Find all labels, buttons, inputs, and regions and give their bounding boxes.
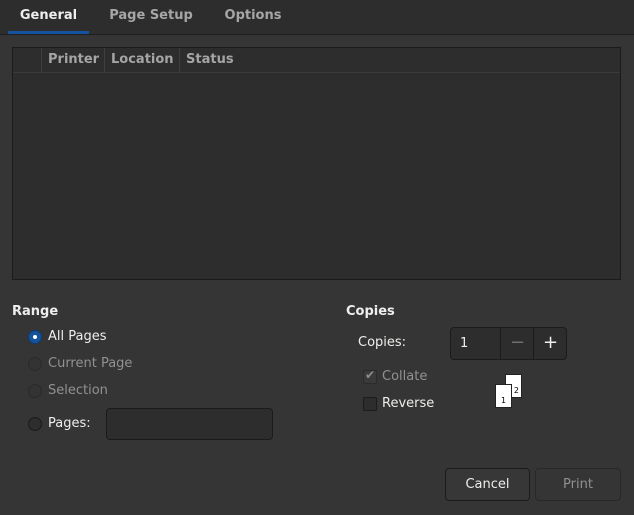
- copies-label: Copies:: [358, 335, 407, 350]
- collate-checkbox: ✔: [363, 368, 377, 384]
- column-location[interactable]: Location: [104, 48, 179, 72]
- radio-label: All Pages: [48, 329, 107, 344]
- printer-list[interactable]: Printer Location Status: [12, 47, 621, 280]
- print-button[interactable]: Print: [535, 468, 621, 501]
- minus-icon[interactable]: −: [500, 328, 534, 359]
- reverse-label[interactable]: Reverse: [382, 396, 434, 411]
- cancel-button[interactable]: Cancel: [445, 468, 530, 501]
- radio-label: Pages:: [48, 416, 91, 431]
- radio-button: [28, 384, 42, 398]
- page-icon: 1: [495, 384, 512, 408]
- tab-general[interactable]: General: [8, 0, 89, 34]
- column-status[interactable]: Status: [179, 48, 620, 72]
- copies-spinbutton[interactable]: 1 − +: [450, 327, 567, 360]
- pages-input[interactable]: [106, 408, 273, 440]
- reverse-checkbox[interactable]: [363, 397, 377, 411]
- plus-icon[interactable]: +: [533, 328, 567, 359]
- column-printer[interactable]: Printer: [41, 48, 104, 72]
- tab-page-setup[interactable]: Page Setup: [100, 0, 202, 34]
- tab-bar: General Page Setup Options: [0, 0, 634, 35]
- tab-options[interactable]: Options: [216, 0, 290, 34]
- range-title: Range: [12, 304, 59, 319]
- copies-title: Copies: [346, 304, 395, 319]
- radio-button[interactable]: [28, 330, 42, 344]
- copies-value[interactable]: 1: [460, 336, 468, 351]
- collate-label: Collate: [382, 369, 428, 384]
- radio-label: Selection: [48, 383, 108, 398]
- checkmark-icon: ✔: [365, 368, 376, 382]
- radio-button: [28, 357, 42, 371]
- radio-label: Current Page: [48, 356, 133, 371]
- radio-button[interactable]: [28, 417, 42, 431]
- printer-list-header: Printer Location Status: [13, 48, 620, 73]
